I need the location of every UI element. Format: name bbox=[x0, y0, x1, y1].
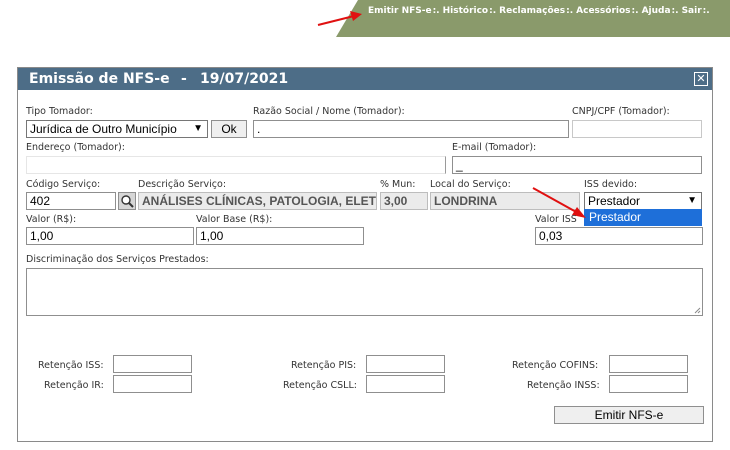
retencao-ir-label: Retenção IR: bbox=[44, 380, 104, 391]
descricao-servico-input: ANÁLISES CLÍNICAS, PATOLOGIA, ELET bbox=[138, 192, 377, 210]
pct-mun-input: 3,00 bbox=[380, 192, 428, 210]
nav-separator: :. bbox=[432, 6, 440, 16]
retencao-ir-input[interactable] bbox=[113, 375, 192, 393]
valor-iss-input[interactable]: 0,03 bbox=[535, 227, 703, 245]
discriminacao-textarea[interactable] bbox=[26, 268, 703, 316]
emitir-button[interactable]: Emitir NFS-e bbox=[554, 406, 704, 424]
local-servico-label: Local do Serviço: bbox=[430, 179, 511, 190]
descricao-servico-label: Descrição Serviço: bbox=[138, 179, 227, 190]
chevron-down-icon: ▼ bbox=[193, 123, 203, 134]
chevron-down-icon: ▼ bbox=[687, 195, 697, 206]
emission-window: Emissão de NFS-e - 19/07/2021 ✕ Tipo Tom… bbox=[17, 67, 713, 442]
nav-items: Emitir NFS-e:. Histórico:. Reclamações:.… bbox=[368, 6, 713, 16]
valor-base-input[interactable]: 1,00 bbox=[196, 227, 364, 245]
retencao-inss-input[interactable] bbox=[609, 375, 688, 393]
valor-label: Valor (R$): bbox=[26, 214, 77, 225]
window-title: Emissão de NFS-e bbox=[29, 71, 170, 87]
codigo-servico-input[interactable]: 402 bbox=[26, 192, 116, 210]
ok-button[interactable]: Ok bbox=[211, 120, 247, 138]
arrow-icon bbox=[317, 11, 362, 26]
razao-social-label: Razão Social / Nome (Tomador): bbox=[253, 106, 405, 117]
retencao-csll-input[interactable] bbox=[366, 375, 445, 393]
email-label: E-mail (Tomador): bbox=[452, 142, 537, 153]
endereco-label: Endereço (Tomador): bbox=[26, 142, 125, 153]
nav-separator: :. bbox=[631, 6, 639, 16]
codigo-servico-label: Código Serviço: bbox=[26, 179, 101, 190]
nav-separator: :. bbox=[702, 6, 710, 16]
retencao-pis-label: Retenção PIS: bbox=[291, 360, 357, 371]
nav-acessorios[interactable]: Acessórios bbox=[576, 6, 630, 16]
close-icon[interactable]: ✕ bbox=[694, 72, 708, 86]
retencao-iss-label: Retenção ISS: bbox=[38, 360, 104, 371]
nav-sair[interactable]: Sair bbox=[682, 6, 702, 16]
search-icon bbox=[121, 195, 134, 208]
nav-reclamacoes[interactable]: Reclamações bbox=[499, 6, 565, 16]
email-input[interactable]: _ bbox=[452, 156, 702, 174]
pct-mun-label: % Mun: bbox=[380, 179, 416, 190]
endereco-input[interactable] bbox=[26, 156, 446, 174]
retencao-pis-input[interactable] bbox=[366, 355, 445, 373]
search-button[interactable] bbox=[118, 192, 136, 210]
top-navigation: Emitir NFS-e:. Histórico:. Reclamações:.… bbox=[336, 0, 730, 37]
retencao-iss-input[interactable] bbox=[113, 355, 192, 373]
retencao-cofins-label: Retenção COFINS: bbox=[512, 360, 599, 371]
iss-devido-select[interactable]: Prestador ▼ bbox=[584, 192, 702, 210]
retencao-csll-label: Retenção CSLL: bbox=[283, 380, 357, 391]
cnpj-label: CNPJ/CPF (Tomador): bbox=[572, 106, 670, 117]
valor-base-label: Valor Base (R$): bbox=[196, 214, 273, 225]
nav-historico[interactable]: Histórico bbox=[443, 6, 489, 16]
tipo-tomador-label: Tipo Tomador: bbox=[26, 106, 93, 117]
tipo-tomador-value: Jurídica de Outro Município bbox=[30, 122, 177, 136]
nav-separator: :. bbox=[489, 6, 497, 16]
iss-devido-option[interactable]: Prestador bbox=[584, 209, 702, 226]
iss-devido-value: Prestador bbox=[588, 194, 641, 208]
iss-devido-label: ISS devido: bbox=[584, 179, 638, 190]
valor-iss-label: Valor ISS bbox=[535, 214, 577, 225]
resize-grip-icon[interactable] bbox=[694, 307, 701, 314]
cnpj-input[interactable] bbox=[572, 120, 702, 138]
nav-separator: :. bbox=[671, 6, 679, 16]
window-title-bar: Emissão de NFS-e - 19/07/2021 ✕ bbox=[18, 68, 712, 90]
tipo-tomador-select[interactable]: Jurídica de Outro Município ▼ bbox=[26, 120, 208, 138]
retencao-inss-label: Retenção INSS: bbox=[527, 380, 600, 391]
nav-emitir[interactable]: Emitir NFS-e bbox=[368, 6, 432, 16]
nav-ajuda[interactable]: Ajuda bbox=[642, 6, 671, 16]
title-dash: - bbox=[181, 71, 187, 87]
razao-social-input[interactable]: . bbox=[253, 120, 569, 138]
valor-input[interactable]: 1,00 bbox=[26, 227, 194, 245]
nav-separator: :. bbox=[566, 6, 574, 16]
window-date: 19/07/2021 bbox=[200, 71, 289, 87]
retencao-cofins-input[interactable] bbox=[609, 355, 688, 373]
discriminacao-label: Discriminação dos Serviços Prestados: bbox=[26, 254, 209, 265]
